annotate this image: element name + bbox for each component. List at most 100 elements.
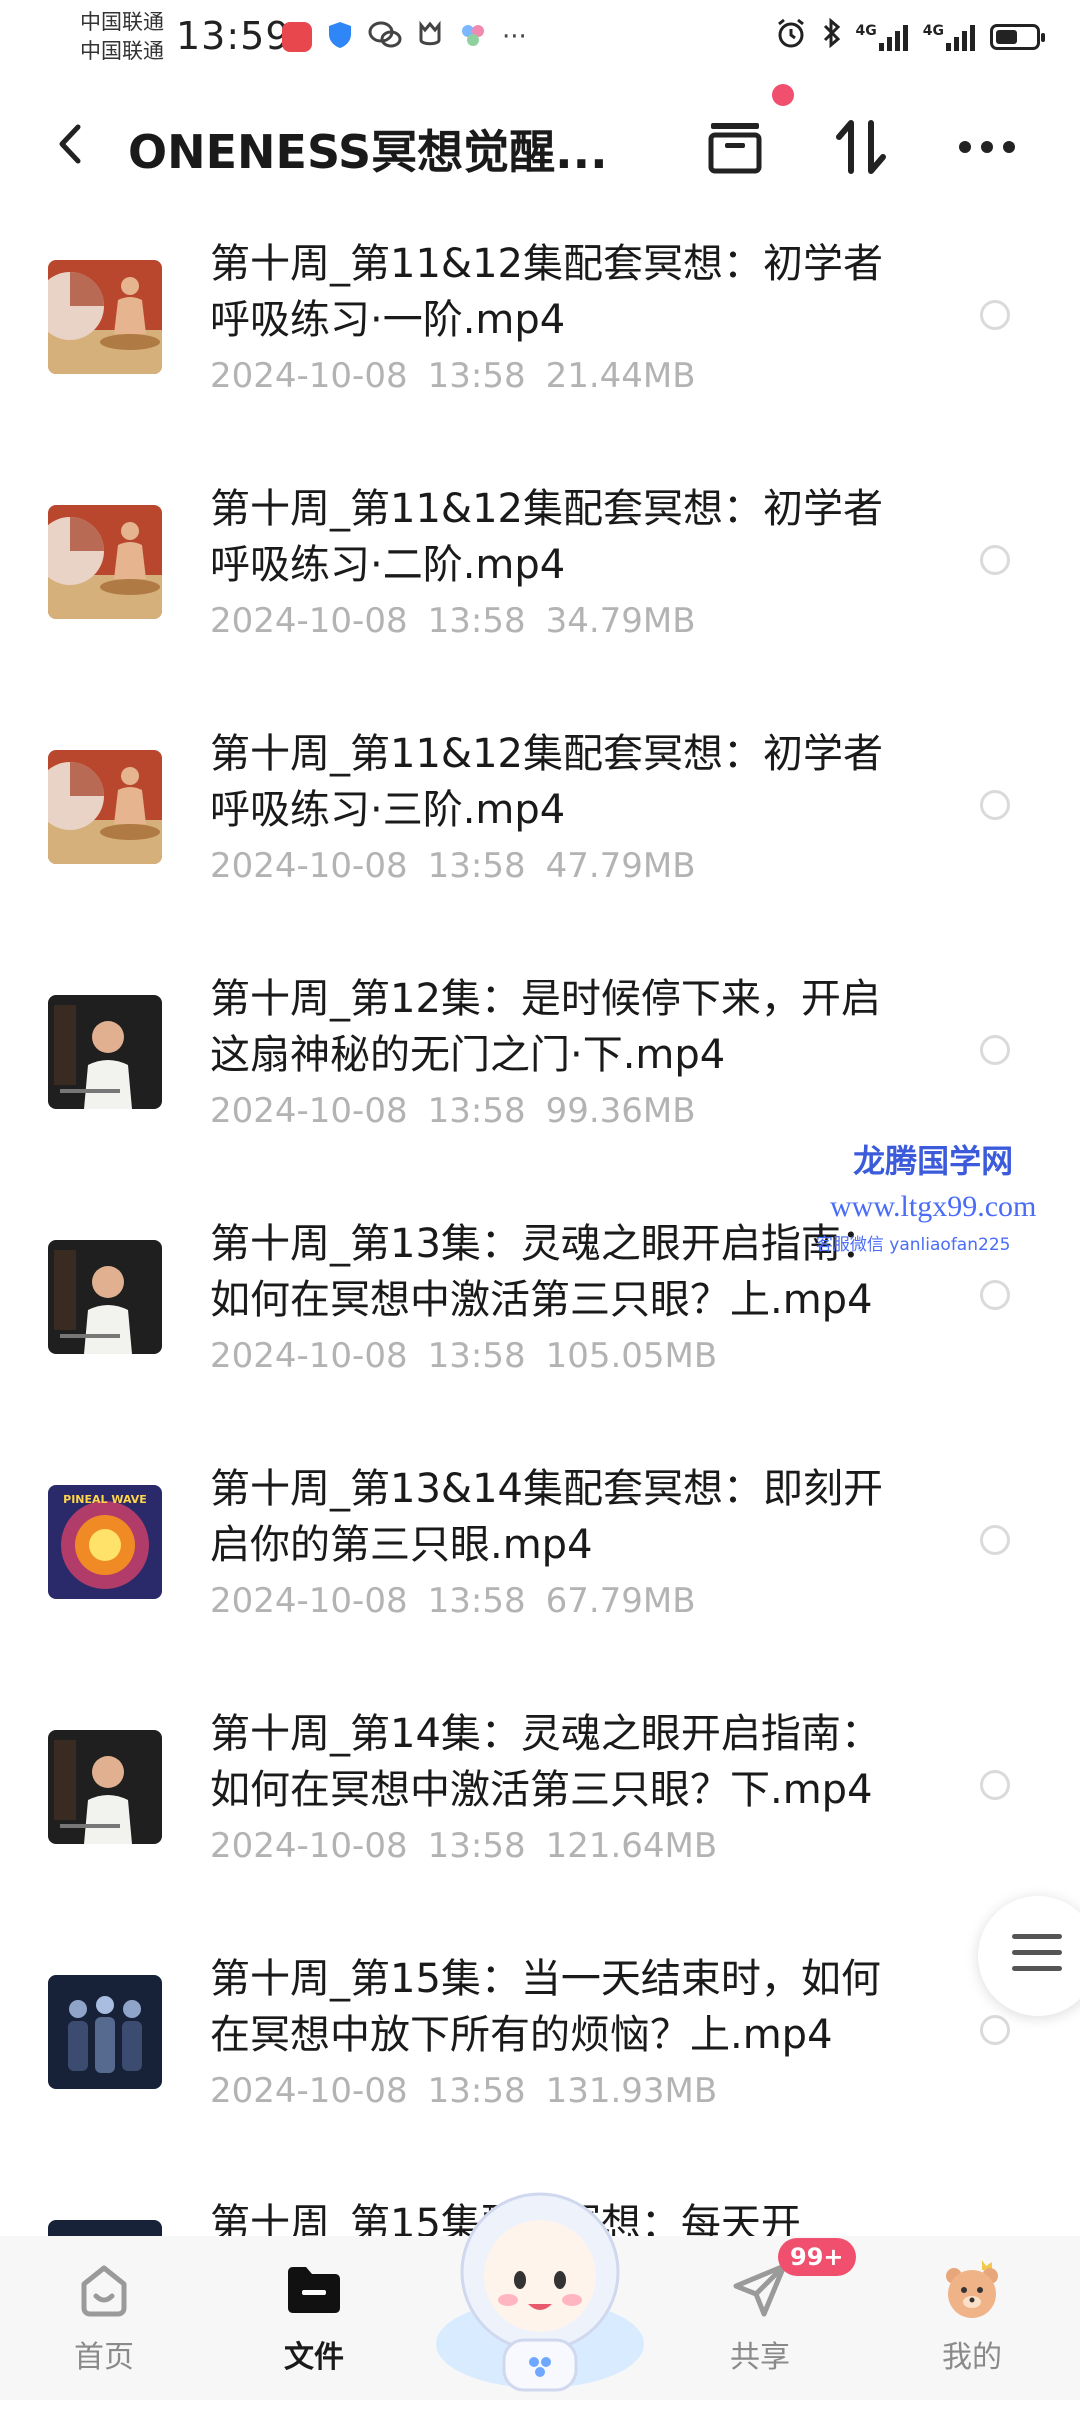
file-meta: 2024-10-08 13:58 34.79MB — [210, 601, 696, 641]
sort-button[interactable] — [826, 112, 896, 182]
video-thumbnail — [48, 505, 162, 619]
file-date: 2024-10-08 — [210, 1336, 408, 1376]
signal-2-icon: 4G — [923, 23, 976, 51]
more-button[interactable] — [952, 112, 1022, 182]
network-type-1: 4G — [855, 22, 877, 39]
file-meta: 2024-10-08 13:58 99.36MB — [210, 1091, 696, 1131]
select-checkbox[interactable] — [980, 545, 1010, 575]
file-meta: 2024-10-08 13:58 47.79MB — [210, 846, 696, 886]
file-date: 2024-10-08 — [210, 1581, 408, 1621]
file-time: 13:58 — [427, 1581, 526, 1621]
file-row[interactable]: 第十周_第11&12集配套冥想：初学者呼吸练习·一阶.mp4 2024-10-08… — [0, 220, 1080, 465]
nav-mine-label: 我的 — [942, 2340, 1002, 2375]
file-size: 131.93MB — [545, 2071, 718, 2111]
file-row[interactable]: 第十周_第15集：当一天结束时，如何在冥想中放下所有的烦恼？上.mp4 2024-… — [0, 1935, 1080, 2180]
file-date: 2024-10-08 — [210, 1826, 408, 1866]
carrier-info: 中国联通 中国联通 — [80, 8, 164, 66]
system-icons: 4G 4G — [774, 16, 1045, 57]
file-meta: 2024-10-08 13:58 105.05MB — [210, 1336, 717, 1376]
video-thumbnail — [48, 1730, 162, 1844]
nav-home-label: 首页 — [74, 2340, 134, 2375]
file-row[interactable]: 第十周_第14集：灵魂之眼开启指南：如何在冥想中激活第三只眼？下.mp4 2024… — [0, 1690, 1080, 1935]
nav-mine[interactable]: 我的 — [892, 2258, 1052, 2376]
file-list: 第十周_第11&12集配套冥想：初学者呼吸练习·一阶.mp4 2024-10-08… — [0, 220, 1080, 2425]
menu-icon — [1012, 1934, 1062, 1982]
file-name: 第十周_第11&12集配套冥想：初学者呼吸练习·二阶.mp4 — [210, 486, 883, 588]
file-time: 13:58 — [427, 846, 526, 886]
home-icon — [24, 2258, 184, 2322]
carrier-label-1: 中国联通 — [80, 10, 164, 34]
file-date: 2024-10-08 — [210, 601, 408, 641]
file-time: 13:58 — [427, 356, 526, 396]
more-notifications-icon: ··· — [502, 22, 527, 52]
select-checkbox[interactable] — [980, 1280, 1010, 1310]
select-checkbox[interactable] — [980, 300, 1010, 330]
select-checkbox[interactable] — [980, 1035, 1010, 1065]
file-meta: 2024-10-08 13:58 121.64MB — [210, 1826, 717, 1866]
status-time: 13:59 — [176, 14, 291, 58]
notification-icons: ··· — [282, 20, 527, 54]
svg-text:PINEAL WAVE: PINEAL WAVE — [63, 1493, 147, 1506]
file-row[interactable]: 第十周_第11&12集配套冥想：初学者呼吸练习·三阶.mp4 2024-10-08… — [0, 710, 1080, 955]
file-meta: 2024-10-08 13:58 21.44MB — [210, 356, 696, 396]
file-date: 2024-10-08 — [210, 1091, 408, 1131]
bear-avatar-icon — [892, 2258, 1052, 2322]
select-checkbox[interactable] — [980, 1525, 1010, 1555]
file-time: 13:58 — [427, 1826, 526, 1866]
file-time: 13:58 — [427, 2071, 526, 2111]
file-row[interactable]: 第十周_第11&12集配套冥想：初学者呼吸练习·二阶.mp4 2024-10-08… — [0, 465, 1080, 710]
more-icon — [959, 141, 1015, 153]
file-size: 99.36MB — [545, 1091, 696, 1131]
file-size: 67.79MB — [545, 1581, 696, 1621]
battery-icon — [990, 23, 1045, 50]
share-badge: 99+ — [778, 2238, 856, 2276]
back-button[interactable] — [40, 114, 100, 174]
file-name: 第十周_第15集：当一天结束时，如何在冥想中放下所有的烦恼？上.mp4 — [210, 1956, 881, 2058]
nav-share-label: 共享 — [730, 2340, 790, 2375]
battery-level — [996, 29, 1017, 44]
notification-dot — [772, 84, 794, 106]
top-app-bar: ONENESS冥想觉醒... — [0, 90, 1080, 200]
sort-icon — [836, 120, 886, 174]
watermark-url: www.ltgx99.com — [830, 1190, 1037, 1223]
folder-title: ONENESS冥想觉醒... — [128, 125, 608, 179]
file-size: 21.44MB — [545, 356, 696, 396]
mascot-icon — [436, 2192, 644, 2392]
file-name: 第十周_第14集：灵魂之眼开启指南：如何在冥想中激活第三只眼？下.mp4 — [210, 1711, 881, 1813]
assistant-mascot-button[interactable] — [430, 2176, 650, 2400]
select-checkbox[interactable] — [980, 1770, 1010, 1800]
file-size: 105.05MB — [545, 1336, 718, 1376]
wechat-icon — [368, 20, 402, 54]
watermark-contact: 客服微信 yanliaofan225 — [815, 1235, 1011, 1255]
file-time: 13:58 — [427, 1091, 526, 1131]
transfer-list-icon — [708, 123, 762, 174]
nav-home[interactable]: 首页 — [24, 2258, 184, 2376]
file-meta: 2024-10-08 13:58 67.79MB — [210, 1581, 696, 1621]
status-bar: 中国联通 中国联通 13:59 ··· 4G 4G — [0, 0, 1080, 80]
back-icon — [59, 124, 81, 164]
file-date: 2024-10-08 — [210, 846, 408, 886]
shield-icon — [326, 20, 354, 54]
select-checkbox[interactable] — [980, 790, 1010, 820]
file-size: 121.64MB — [545, 1826, 718, 1866]
file-date: 2024-10-08 — [210, 356, 408, 396]
watermark: 龙腾国学网 www.ltgx99.com 客服微信 yanliaofan225 — [816, 1136, 1037, 1255]
nav-files[interactable]: 文件 — [234, 2258, 394, 2376]
network-type-2: 4G — [922, 22, 944, 39]
file-size: 34.79MB — [545, 601, 696, 641]
video-thumbnail — [48, 1240, 162, 1354]
bluetooth-icon — [822, 17, 842, 56]
signal-1-icon: 4G — [856, 23, 909, 51]
file-size: 47.79MB — [545, 846, 696, 886]
file-name: 第十周_第13&14集配套冥想：即刻开启你的第三只眼.mp4 — [210, 1466, 883, 1568]
file-name: 第十周_第11&12集配套冥想：初学者呼吸练习·一阶.mp4 — [210, 241, 883, 343]
file-date: 2024-10-08 — [210, 2071, 408, 2111]
huawei-app-icon — [282, 22, 312, 52]
video-thumbnail — [48, 995, 162, 1109]
file-row[interactable]: PINEAL WAVE 第十周_第13&14集配套冥想：即刻开启你的第三只眼.mp… — [0, 1445, 1080, 1690]
video-thumbnail — [48, 750, 162, 864]
transfer-list-button[interactable] — [700, 112, 770, 182]
select-checkbox[interactable] — [980, 2015, 1010, 2045]
carrier-label-2: 中国联通 — [80, 39, 164, 63]
file-meta: 2024-10-08 13:58 131.93MB — [210, 2071, 717, 2111]
